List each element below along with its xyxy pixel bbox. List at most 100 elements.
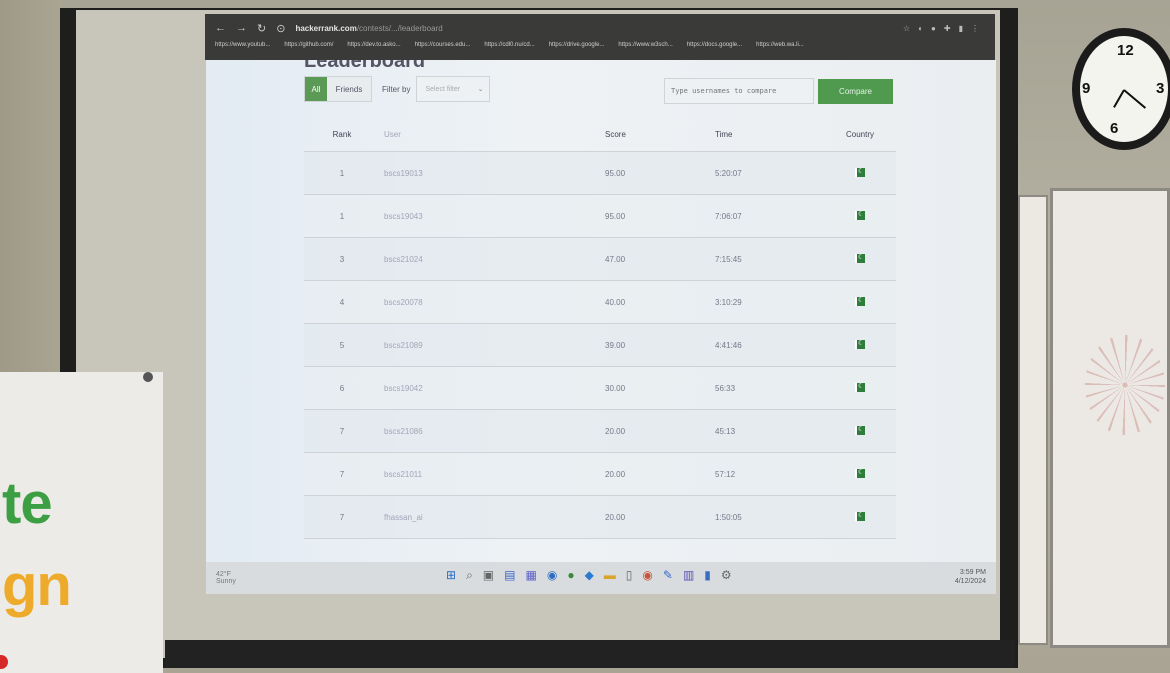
app-icon[interactable]: ▮: [704, 568, 711, 583]
table-row: 3 bscs21024 47.00 7:15:45: [304, 238, 896, 281]
table-row: 5 bscs21089 39.00 4:41:46: [304, 324, 896, 367]
menu-icon[interactable]: ⋮: [971, 24, 979, 33]
bookmark-item[interactable]: https://www.w3sch...: [618, 42, 672, 48]
cell-user[interactable]: bscs21086: [380, 427, 605, 436]
clock-time: 3:59 PM: [959, 569, 986, 576]
table-row: 1 bscs19013 95.00 5:20:07: [304, 152, 896, 195]
compare-input[interactable]: [664, 78, 814, 104]
country-flag-icon: [855, 468, 865, 478]
puzzle-icon[interactable]: ✚: [944, 24, 951, 33]
country-flag-icon: [855, 425, 865, 435]
clock-hand: [1123, 89, 1147, 109]
start-icon[interactable]: ⊞: [446, 568, 456, 583]
system-tray[interactable]: 3:59 PM 4/12/2024: [955, 568, 986, 586]
cell-time: 45:13: [715, 426, 736, 436]
wall-clock: 12 6 9 3: [1072, 28, 1170, 150]
bookmark-star-icon[interactable]: ☆: [903, 24, 910, 33]
table-row: 7 fhassan_ai 20.00 1:50:05: [304, 496, 896, 539]
table-row: 7 bscs21086 20.00 45:13: [304, 410, 896, 453]
header-user[interactable]: User: [380, 130, 605, 139]
cell-time: 3:10:29: [715, 297, 742, 307]
country-flag-icon: [855, 382, 865, 392]
cell-user[interactable]: bscs20078: [380, 298, 605, 307]
app-icon[interactable]: ✎: [663, 568, 673, 583]
tab-all[interactable]: All: [305, 77, 327, 101]
chrome-icon[interactable]: ◉: [547, 568, 557, 583]
file-explorer-icon[interactable]: ▬: [604, 568, 616, 583]
bookmark-item[interactable]: https://docs.google...: [687, 42, 742, 48]
cell-rank: 7: [339, 469, 345, 479]
cell-user[interactable]: bscs19013: [380, 169, 605, 178]
cell-country: [825, 296, 895, 308]
cell-rank: 5: [339, 340, 345, 350]
cell-rank: 1: [339, 168, 345, 178]
extension-icon[interactable]: ●: [931, 24, 936, 33]
tab-friends[interactable]: Friends: [327, 77, 371, 101]
clock-date: 4/12/2024: [954, 578, 986, 585]
cell-user[interactable]: bscs19042: [380, 384, 605, 393]
browser-chrome: ← → ↻ ⊙ hackerrank.com/contests/.../lead…: [205, 14, 995, 60]
drawing-burst: [1085, 335, 1165, 435]
cell-country: [825, 511, 895, 523]
cell-country: [825, 468, 895, 480]
cell-user[interactable]: bscs21011: [380, 470, 605, 479]
cell-user[interactable]: bscs19043: [380, 212, 605, 221]
app-icon[interactable]: ▥: [683, 568, 694, 583]
teams-icon[interactable]: ▦: [525, 568, 536, 583]
cell-user[interactable]: fhassan_ai: [380, 513, 605, 522]
cell-user[interactable]: bscs21089: [380, 341, 605, 350]
whiteboard: [1018, 195, 1048, 645]
bookmark-item[interactable]: https://github.com/: [284, 42, 333, 48]
cell-country: [825, 425, 895, 437]
leaderboard-table: Rank User Score Time Country 1 bscs19013…: [304, 118, 896, 539]
widgets-icon[interactable]: ▤: [504, 568, 515, 583]
cell-score: 20.00: [605, 512, 626, 522]
app-icon[interactable]: ●: [567, 568, 574, 583]
vscode-icon[interactable]: ◆: [585, 568, 594, 583]
country-flag-icon: [855, 210, 865, 220]
country-flag-icon: [855, 296, 865, 306]
extension-icon[interactable]: ◐: [918, 24, 923, 33]
pin: [143, 372, 153, 382]
site-info-icon[interactable]: ⊙: [276, 22, 285, 35]
profile-icon[interactable]: ▮: [959, 24, 963, 33]
reload-icon[interactable]: ↻: [257, 22, 266, 35]
country-flag-icon: [855, 253, 865, 263]
bookmark-item[interactable]: https://dev.to.asko...: [347, 42, 400, 48]
bookmark-item[interactable]: https://www.youtub...: [215, 42, 270, 48]
cell-score: 95.00: [605, 211, 626, 221]
filter-select-value: Select filter: [425, 85, 461, 93]
cell-country: [825, 210, 895, 222]
address-bar[interactable]: hackerrank.com/contests/.../leaderboard: [295, 24, 442, 33]
page-title: Leaderboard: [304, 60, 426, 72]
bookmark-item[interactable]: https://drive.google...: [549, 42, 605, 48]
weather-widget[interactable]: 42°F Sunny: [216, 571, 236, 585]
header-rank[interactable]: Rank: [304, 130, 380, 139]
compare-button[interactable]: Compare: [818, 79, 893, 104]
cell-rank: 6: [339, 383, 345, 393]
cell-country: [825, 339, 895, 351]
cell-score: 40.00: [605, 297, 626, 307]
clock-hand: [1113, 89, 1125, 108]
cell-score: 39.00: [605, 340, 626, 350]
header-time[interactable]: Time: [715, 130, 825, 139]
forward-icon[interactable]: →: [236, 22, 247, 34]
header-country[interactable]: Country: [825, 130, 895, 139]
back-icon[interactable]: ←: [215, 22, 226, 34]
bookmark-item[interactable]: https://courses.edu...: [415, 42, 471, 48]
task-view-icon[interactable]: ▣: [483, 568, 494, 583]
chrome-icon[interactable]: ◉: [642, 568, 652, 583]
bookmark-item[interactable]: https://web.wa.li...: [756, 42, 804, 48]
cell-user[interactable]: bscs21024: [380, 255, 605, 264]
country-flag-icon: [855, 167, 865, 177]
clock-numeral: 3: [1156, 80, 1165, 97]
header-score[interactable]: Score: [605, 130, 715, 139]
search-icon[interactable]: ⌕: [466, 568, 473, 583]
bookmark-item[interactable]: https://cdl0.nu/cd...: [484, 42, 534, 48]
cell-time: 5:20:07: [715, 168, 742, 178]
cell-time: 56:33: [715, 383, 736, 393]
filter-select[interactable]: Select filter ⌄: [416, 76, 491, 102]
cell-score: 20.00: [605, 426, 626, 436]
app-icon[interactable]: ▯: [626, 568, 633, 583]
settings-icon[interactable]: ⚙: [721, 568, 732, 583]
